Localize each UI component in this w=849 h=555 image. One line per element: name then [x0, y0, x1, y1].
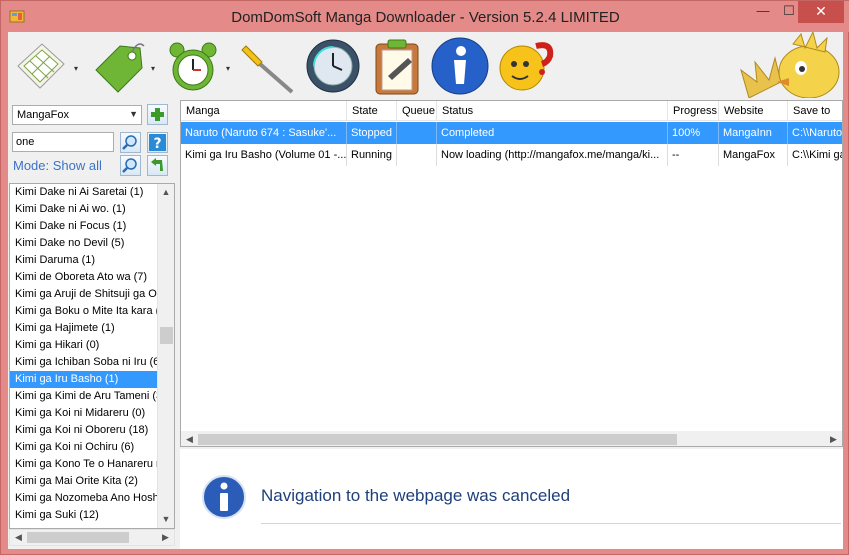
scroll-down-icon[interactable]: ▼	[158, 511, 174, 528]
left-panel: MangaFox ▼ one ? Mode: Show all Kimi Dak…	[8, 100, 175, 549]
column-header-website[interactable]: Website	[719, 101, 788, 121]
cell-queue	[397, 144, 437, 166]
client-area: ▾ ▾ ▾ MangaFox ▼ one ? Mode: Show all Ki…	[8, 32, 843, 549]
search-icon	[122, 135, 137, 150]
table-row[interactable]: Kimi ga Iru Basho (Volume 01 -... Runnin…	[181, 144, 842, 166]
table-horizontal-scrollbar[interactable]: ◀ ▶	[181, 431, 842, 446]
chevron-down-icon: ▼	[129, 109, 138, 119]
column-header-save-to[interactable]: Save to	[788, 101, 842, 121]
list-hscroll-thumb[interactable]	[27, 532, 129, 543]
list-item[interactable]: Kimi ga Aruji de Shitsuji ga Ore	[10, 286, 158, 303]
list-item[interactable]: Kimi ga Hajimete (1)	[10, 320, 158, 337]
list-item[interactable]: Kimi Dake no Devil (5)	[10, 235, 158, 252]
list-item[interactable]: Kimi ga Koi ni Midareru (0)	[10, 405, 158, 422]
list-item[interactable]: Kimi Dake ni Ai Saretai (1)	[10, 184, 158, 201]
list-item[interactable]: Kimi ga Nozomeba Ano Hoshi	[10, 490, 158, 507]
cell-progress: 100%	[668, 122, 719, 144]
column-header-status[interactable]: Status	[437, 101, 668, 121]
list-item[interactable]: Kimi ga Suki (12)	[10, 507, 158, 524]
cell-status: Now loading (http://mangafox.me/manga/ki…	[437, 144, 668, 166]
title-bar[interactable]: DomDomSoft Manga Downloader - Version 5.…	[1, 1, 849, 32]
scroll-right-icon[interactable]: ▶	[825, 431, 842, 446]
list-item[interactable]: Kimi Dake ni Focus (1)	[10, 218, 158, 235]
list-item[interactable]: Kimi Daruma (1)	[10, 252, 158, 269]
svg-text:?: ?	[153, 136, 161, 152]
cell-queue	[397, 122, 437, 144]
list-item[interactable]: Kimi ga Ichiban Soba ni Iru (6)	[10, 354, 158, 371]
list-horizontal-scrollbar[interactable]: ◀ ▶	[9, 529, 175, 546]
list-item[interactable]: Kimi ga Kimi de Aru Tameni (3)	[10, 388, 158, 405]
table-header: Manga State Queue Status Progress Websit…	[181, 101, 842, 121]
list-item[interactable]: Kimi ga Koi ni Ochiru (6)	[10, 439, 158, 456]
search-input[interactable]: one	[12, 132, 114, 152]
navigation-message: Navigation to the webpage was canceled	[261, 486, 571, 505]
cell-progress: --	[668, 144, 719, 166]
spreadsheet-icon[interactable]	[12, 36, 70, 96]
search-button[interactable]	[120, 132, 141, 153]
chocobo-mascot-icon	[740, 32, 840, 98]
cell-manga: Naruto (Naruto 674 : Sasuke'...	[181, 122, 347, 144]
app-window: DomDomSoft Manga Downloader - Version 5.…	[0, 0, 849, 555]
plus-icon	[151, 108, 164, 121]
list-item[interactable]: Kimi ga Mai Orite Kita (2)	[10, 473, 158, 490]
column-header-progress[interactable]: Progress	[668, 101, 719, 121]
cell-state: Stopped	[347, 122, 397, 144]
table-hscroll-thumb[interactable]	[198, 434, 677, 445]
scroll-right-icon[interactable]: ▶	[157, 530, 174, 545]
clipboard-icon[interactable]	[368, 36, 426, 96]
time-machine-icon[interactable]	[304, 36, 362, 96]
list-vertical-scrollbar[interactable]: ▲ ▼	[157, 184, 174, 528]
refresh-button[interactable]	[147, 155, 168, 176]
list-item[interactable]: Kimi de Oboreta Ato wa (7)	[10, 269, 158, 286]
toolbar: ▾ ▾ ▾	[8, 32, 843, 98]
column-header-manga[interactable]: Manga	[181, 101, 347, 121]
screwdriver-icon[interactable]	[238, 36, 300, 96]
cell-state: Running	[347, 144, 397, 166]
divider	[261, 523, 841, 524]
list-scroll-thumb[interactable]	[160, 327, 173, 344]
question-icon: ?	[149, 134, 166, 152]
list-item[interactable]: Kimi ga Iru Basho (1)	[10, 371, 158, 388]
column-header-state[interactable]: State	[347, 101, 397, 121]
zoom-button[interactable]	[120, 155, 141, 176]
info-icon[interactable]	[430, 36, 490, 96]
mode-label[interactable]: Mode: Show all	[13, 158, 102, 173]
tag-icon[interactable]	[86, 36, 148, 96]
cell-save-to: C:\\Naruto	[788, 122, 842, 144]
list-item[interactable]: Kimi ga Kono Te o Hanareru n	[10, 456, 158, 473]
magnifier-icon	[122, 158, 137, 173]
list-item[interactable]: Kimi Dake ni Ai wo. (1)	[10, 201, 158, 218]
list-item[interactable]: Kimi ga Boku o Mite Ita kara (3	[10, 303, 158, 320]
close-button[interactable]: ✕	[798, 1, 844, 23]
list-item[interactable]: Kimi ga Hikari (0)	[10, 337, 158, 354]
scroll-left-icon[interactable]: ◀	[181, 431, 198, 446]
help-smiley-icon[interactable]	[496, 36, 556, 96]
search-input-value: one	[16, 136, 35, 148]
tag-dropdown-arrow[interactable]: ▾	[151, 64, 155, 73]
list-item[interactable]: Kimi ga Koi ni Oboreru (18)	[10, 422, 158, 439]
manga-list[interactable]: Kimi Dake ni Ai Saretai (1) Kimi Dake ni …	[9, 183, 175, 529]
cell-website: MangaFox	[719, 144, 788, 166]
spreadsheet-dropdown-arrow[interactable]: ▾	[74, 64, 78, 73]
cell-website: MangaInn	[719, 122, 788, 144]
source-select-value: MangaFox	[17, 109, 69, 121]
alarm-dropdown-arrow[interactable]: ▾	[226, 64, 230, 73]
alarm-clock-icon[interactable]	[164, 36, 222, 96]
add-source-button[interactable]	[147, 104, 168, 125]
refresh-icon	[151, 158, 163, 171]
cell-save-to: C:\\Kimi ga	[788, 144, 842, 166]
column-header-queue[interactable]: Queue	[397, 101, 437, 121]
cell-status: Completed	[437, 122, 668, 144]
scroll-up-icon[interactable]: ▲	[158, 184, 174, 201]
download-table: Manga State Queue Status Progress Websit…	[180, 100, 843, 447]
source-select[interactable]: MangaFox ▼	[12, 105, 142, 125]
info-panel: Navigation to the webpage was canceled	[180, 449, 843, 549]
scroll-left-icon[interactable]: ◀	[10, 530, 27, 545]
table-row[interactable]: Naruto (Naruto 674 : Sasuke'... Stopped …	[181, 122, 842, 144]
cell-manga: Kimi ga Iru Basho (Volume 01 -...	[181, 144, 347, 166]
help-button[interactable]: ?	[147, 132, 168, 153]
window-title: DomDomSoft Manga Downloader - Version 5.…	[231, 9, 620, 26]
info-circle-icon	[202, 475, 246, 519]
